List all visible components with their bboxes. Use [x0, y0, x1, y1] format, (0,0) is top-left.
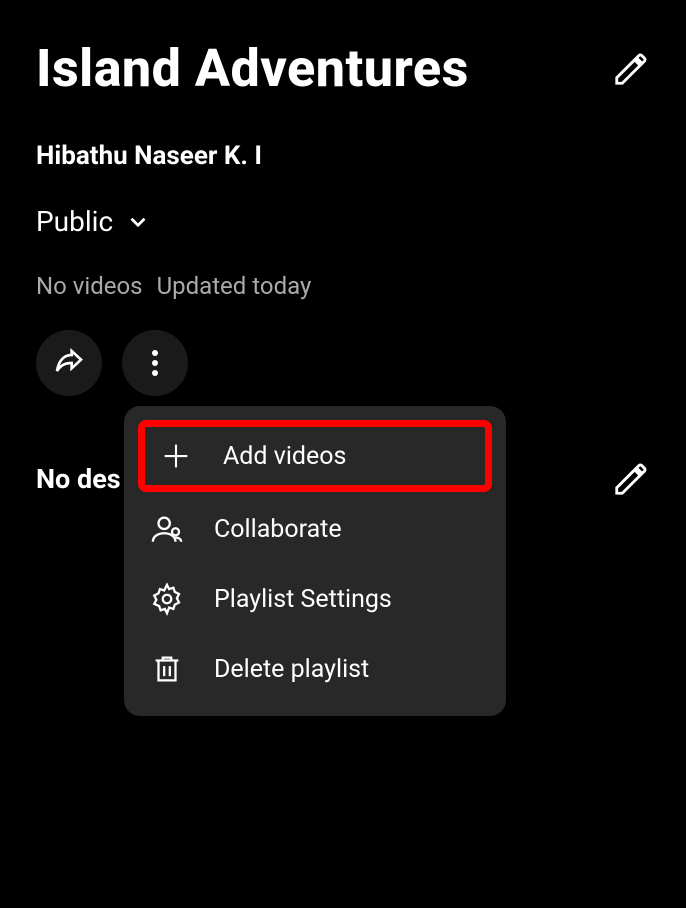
- visibility-dropdown[interactable]: Public: [36, 205, 151, 238]
- plus-icon: [159, 439, 193, 473]
- more-vertical-icon: [152, 350, 158, 376]
- updated-text: Updated today: [157, 272, 312, 300]
- menu-item-label: Collaborate: [214, 515, 342, 544]
- video-count: No videos: [36, 272, 143, 300]
- menu-item-add-videos[interactable]: Add videos: [138, 420, 492, 492]
- share-button[interactable]: [36, 330, 102, 396]
- trash-icon: [150, 652, 184, 686]
- collaborate-icon: [150, 512, 184, 546]
- menu-item-label: Delete playlist: [214, 655, 369, 684]
- menu-item-playlist-settings[interactable]: Playlist Settings: [124, 564, 506, 634]
- edit-description-button[interactable]: [612, 460, 650, 498]
- menu-item-delete-playlist[interactable]: Delete playlist: [124, 634, 506, 704]
- channel-name: Hibathu Naseer K. I: [36, 141, 650, 171]
- menu-item-collaborate[interactable]: Collaborate: [124, 494, 506, 564]
- menu-item-label: Add videos: [223, 442, 346, 471]
- share-icon: [53, 347, 85, 379]
- playlist-title: Island Adventures: [36, 38, 469, 99]
- more-actions-menu: Add videos Collaborate Playlist Settings: [124, 406, 506, 716]
- edit-title-button[interactable]: [612, 50, 650, 88]
- chevron-down-icon: [125, 209, 151, 235]
- pencil-icon: [612, 50, 650, 88]
- visibility-label: Public: [36, 205, 113, 238]
- pencil-icon: [612, 460, 650, 498]
- description-text: No des: [36, 463, 121, 495]
- menu-item-label: Playlist Settings: [214, 585, 392, 614]
- gear-icon: [150, 582, 184, 616]
- more-actions-button[interactable]: [122, 330, 188, 396]
